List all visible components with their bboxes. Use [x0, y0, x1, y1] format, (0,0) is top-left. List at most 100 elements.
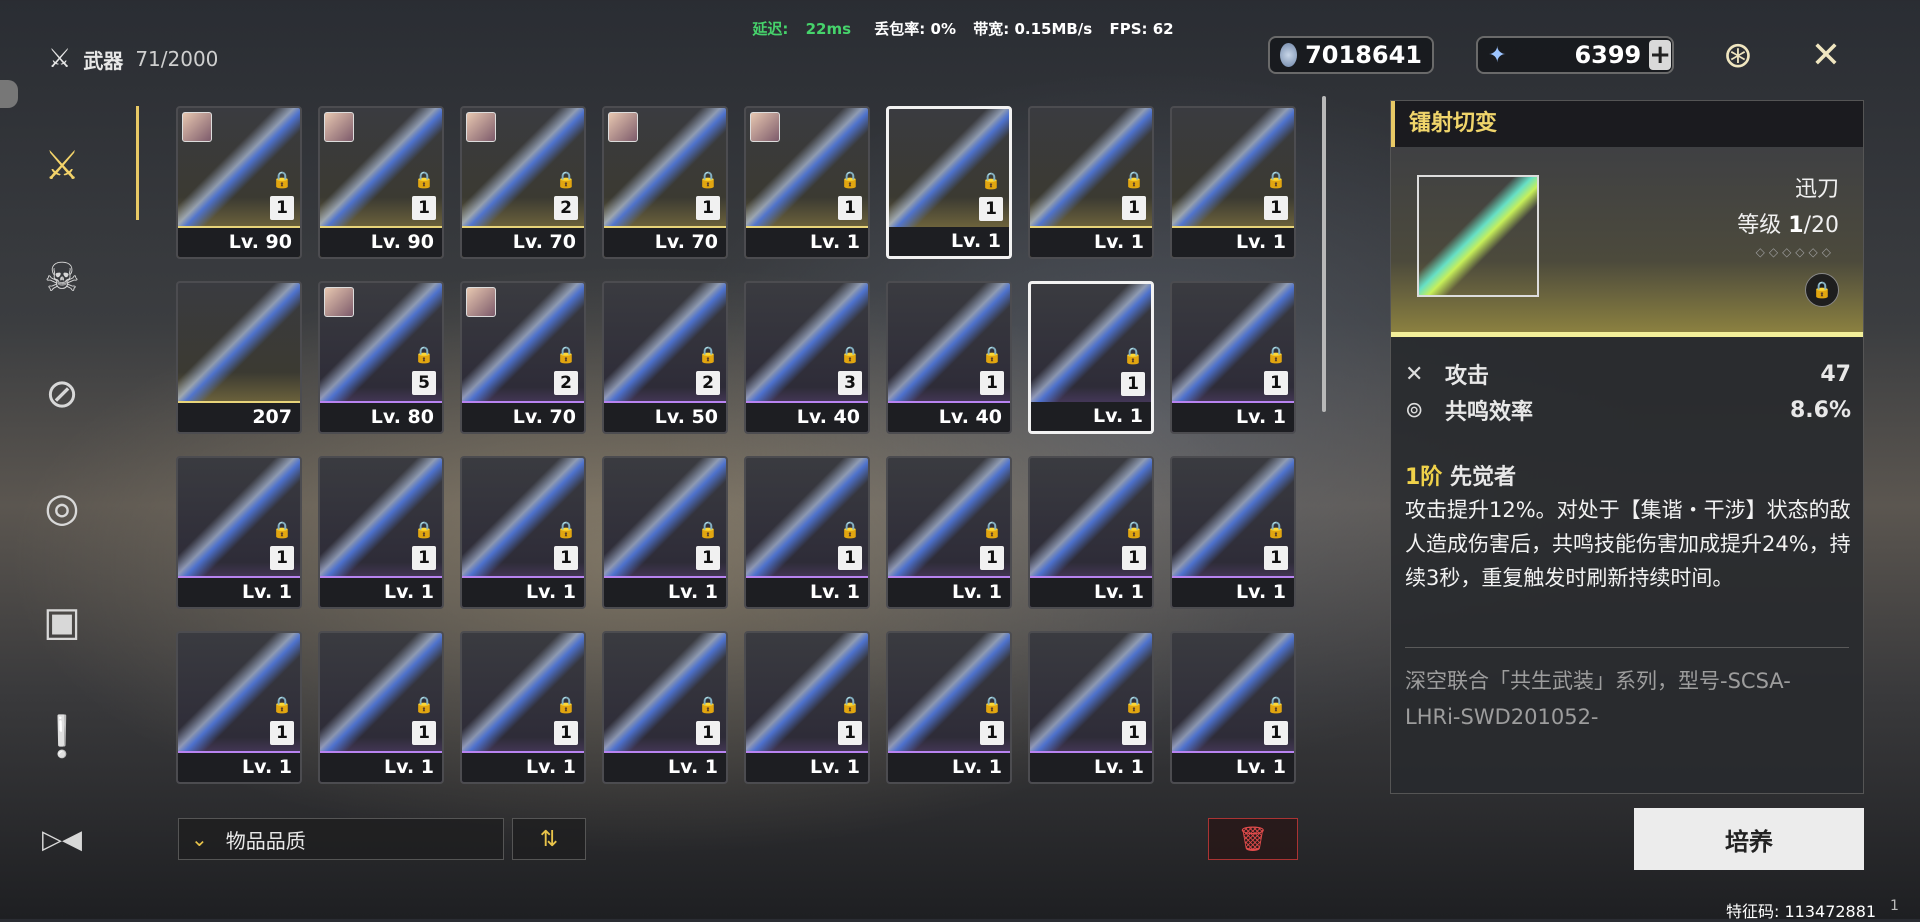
weapon-card[interactable]: 🔒 1 Lv. 1 — [1028, 631, 1154, 784]
chevron-down-icon: ⌄ — [191, 827, 208, 851]
latency-label: 延迟: — [752, 20, 789, 38]
lock-icon: 🔒 — [1266, 170, 1286, 189]
nav-bandage-icon[interactable]: ⊘ — [32, 364, 92, 424]
side-handle[interactable] — [0, 80, 18, 108]
weapon-card[interactable]: 🔒 1 Lv. 1 — [602, 631, 728, 784]
rank-badge: 1 — [980, 546, 1004, 570]
lock-toggle-icon[interactable]: 🔒 — [1805, 273, 1839, 307]
weapon-card[interactable]: 🔒 3 Lv. 40 — [744, 281, 870, 434]
weapon-card[interactable]: 🔒 1 Lv. 90 — [318, 106, 444, 259]
rank-badge: 1 — [696, 196, 720, 220]
weapon-card[interactable]: 🔒 1 Lv. 70 — [602, 106, 728, 259]
lock-icon: 🔒 — [272, 520, 292, 539]
weapon-card[interactable]: 🔒 1 Lv. 1 — [1028, 281, 1154, 434]
lock-icon: 🔒 — [414, 695, 434, 714]
weapon-level: Lv. 1 — [1172, 753, 1294, 782]
rank-badge: 2 — [554, 371, 578, 395]
grid-scrollbar[interactable] — [1322, 96, 1326, 412]
weapon-card[interactable]: 🔒 1 Lv. 1 — [1170, 106, 1296, 259]
weapon-card[interactable]: 🔒 1 Lv. 1 — [1170, 456, 1296, 609]
rank-badge: 2 — [554, 196, 578, 220]
weapon-card[interactable]: 🔒 1 Lv. 1 — [1028, 456, 1154, 609]
rank-badge: 1 — [270, 546, 294, 570]
star-amount: 6399 — [1574, 41, 1642, 69]
weapon-card[interactable]: 🔒 1 Lv. 1 — [460, 456, 586, 609]
quality-filter-dropdown[interactable]: ⌄ 物品品质 — [178, 818, 504, 860]
lock-icon: 🔒 — [556, 170, 576, 189]
nav-notice-icon[interactable]: ❕ — [32, 706, 92, 766]
equipped-avatar — [608, 112, 638, 142]
lock-icon: 🔒 — [1266, 345, 1286, 364]
weapon-card[interactable]: 🔒 1 Lv. 1 — [176, 456, 302, 609]
weapon-card[interactable]: 🔒 1 Lv. 1 — [1028, 106, 1154, 259]
weapon-card[interactable]: 🔒 5 Lv. 80 — [318, 281, 444, 434]
weapon-card[interactable]: 🔒 1 Lv. 1 — [744, 106, 870, 259]
weapon-card[interactable]: 🔒 1 Lv. 1 — [744, 631, 870, 784]
latency-value: 22ms — [805, 20, 852, 38]
weapon-level: Lv. 1 — [178, 753, 300, 782]
weapon-card[interactable]: 🔒 1 Lv. 90 — [176, 106, 302, 259]
weapon-level: Lv. 1 — [888, 753, 1010, 782]
nav-arrow-icon[interactable]: ▷◀ — [32, 810, 92, 870]
weapon-card[interactable]: 🔒 1 Lv. 1 — [602, 456, 728, 609]
weapon-card[interactable]: 🔒 1 Lv. 1 — [318, 631, 444, 784]
dismantle-button[interactable]: 🗑 — [1208, 818, 1298, 860]
rank-badge: 1 — [980, 721, 1004, 745]
weapon-card[interactable]: 🔒 1 Lv. 1 — [744, 456, 870, 609]
weapon-level: Lv. 40 — [888, 403, 1010, 432]
rank-badge: 1 — [412, 196, 436, 220]
passive-rank: 1阶 — [1405, 465, 1443, 490]
weapon-level: Lv. 1 — [1172, 578, 1294, 607]
rank-badge: 1 — [554, 721, 578, 745]
weapon-card[interactable]: 🔒 1 Lv. 1 — [1170, 281, 1296, 434]
rank-badge: 1 — [1264, 371, 1288, 395]
weapon-card[interactable]: 🔒 1 Lv. 1 — [886, 456, 1012, 609]
weapon-level: Lv. 40 — [746, 403, 868, 432]
weapon-card[interactable]: 🔒 2 Lv. 50 — [602, 281, 728, 434]
add-currency-button[interactable]: + — [1649, 40, 1672, 70]
cultivate-button[interactable]: 培养 — [1634, 808, 1864, 870]
close-icon[interactable]: ✕ — [1804, 34, 1848, 78]
target-icon[interactable]: ⊛ — [1716, 34, 1760, 78]
weapon-card[interactable]: 🔒 1 Lv. 1 — [1170, 631, 1296, 784]
rank-badge: 1 — [838, 721, 862, 745]
weapon-level: Lv. 1 — [1172, 403, 1294, 432]
weapon-card[interactable]: 🔒 1 Lv. 1 — [886, 631, 1012, 784]
weapon-card[interactable]: 🔒 1 Lv. 40 — [886, 281, 1012, 434]
weapon-card[interactable]: 🔒 1 Lv. 1 — [176, 631, 302, 784]
nav-echo-icon[interactable]: ◎ — [32, 478, 92, 538]
passive-name: 先觉者 — [1449, 465, 1516, 490]
lock-icon: 🔒 — [698, 695, 718, 714]
weapon-level: Lv. 70 — [462, 228, 584, 257]
trash-icon: 🗑 — [1237, 825, 1269, 853]
weapon-card[interactable]: 207 — [176, 281, 302, 434]
rank-badge: 1 — [1264, 721, 1288, 745]
divider — [1405, 647, 1849, 648]
nav-chest-icon[interactable]: ▣ — [32, 592, 92, 652]
star-icon: ✦ — [1488, 42, 1507, 68]
rank-badge: 1 — [270, 196, 294, 220]
weapon-thumbnail — [1417, 175, 1539, 297]
weapon-card[interactable]: 🔒 1 Lv. 1 — [318, 456, 444, 609]
lock-icon: 🔒 — [981, 171, 1001, 190]
weapon-art — [178, 283, 300, 403]
weapon-level: Lv. 1 — [746, 578, 868, 607]
level-label: 等级 — [1737, 213, 1782, 238]
page-indicator: 1 — [1890, 898, 1899, 914]
weapon-card[interactable]: 🔒 2 Lv. 70 — [460, 281, 586, 434]
weapon-card[interactable]: 🔒 2 Lv. 70 — [460, 106, 586, 259]
lock-icon: 🔒 — [1124, 695, 1144, 714]
rank-badge: 5 — [412, 371, 436, 395]
nav-weapons-icon[interactable]: ⚔ — [32, 136, 92, 196]
weapon-level: Lv. 1 — [1030, 578, 1152, 607]
lock-icon: 🔒 — [840, 170, 860, 189]
sort-icon: ⇅ — [539, 826, 559, 852]
weapon-level: Lv. 1 — [604, 753, 726, 782]
weapon-card[interactable]: 🔒 1 Lv. 1 — [886, 106, 1012, 259]
rank-diamonds: ◇◇◇◇◇◇ — [1755, 245, 1835, 259]
lock-icon: 🔒 — [698, 520, 718, 539]
sort-order-button[interactable]: ⇅ — [512, 818, 586, 860]
weapon-card[interactable]: 🔒 1 Lv. 1 — [460, 631, 586, 784]
nav-mask-icon[interactable]: ☠ — [32, 248, 92, 308]
lock-icon: 🔒 — [840, 520, 860, 539]
